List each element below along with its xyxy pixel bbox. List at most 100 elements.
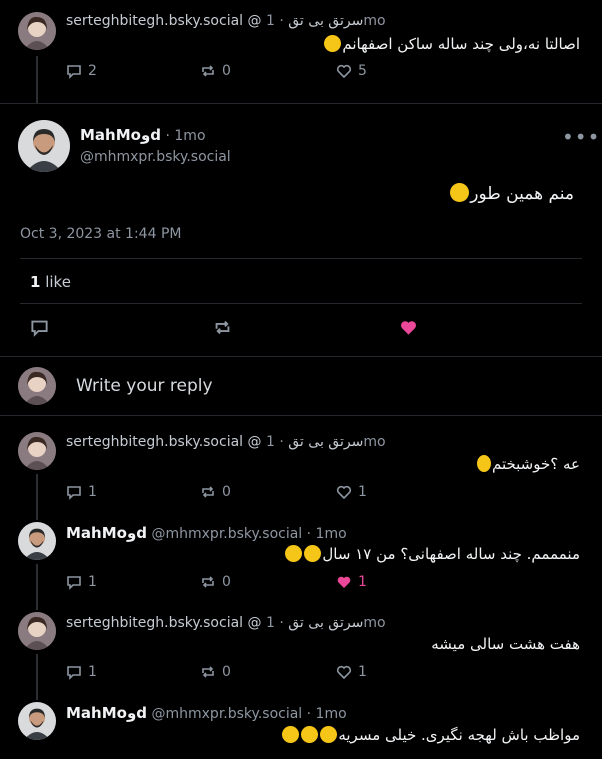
heart-icon	[336, 64, 352, 79]
post-text: اصالتا نه،ولی چند ساله ساکن اصفهانم	[323, 34, 580, 54]
emoji-icon	[301, 726, 319, 743]
author-handle[interactable]: serteghbitegh.bsky.social	[66, 615, 243, 631]
reply-post[interactable]: MahMoوd @mhmxpr.bsky.social · 1mo منمممم…	[0, 506, 602, 596]
post-text: منمممم. چند ساله اصفهانی؟ من ۱۷ سال	[284, 544, 580, 564]
reply-button[interactable]: 1	[66, 574, 97, 590]
repost-button[interactable]	[213, 318, 232, 337]
repost-icon	[202, 666, 214, 678]
author-name[interactable]: MahMoوd	[80, 126, 161, 144]
post-meta: serteghbitegh.bsky.social @ سرتق بی تق ·…	[66, 12, 386, 30]
emoji-icon	[450, 183, 470, 202]
author-name[interactable]: MahMoوd	[66, 524, 147, 542]
author-name[interactable]: @ سرتق بی تق	[248, 615, 364, 631]
repost-count: 0	[222, 574, 231, 590]
reply-button[interactable]	[30, 318, 49, 337]
post-text: مواظب باش لهجه نگیری. خیلی مسریه	[281, 725, 580, 745]
reply-button[interactable]: 2	[66, 63, 97, 79]
reply-post[interactable]: MahMoوd @mhmxpr.bsky.social · 1mo مواظب …	[0, 686, 602, 759]
like-count: 1	[358, 664, 367, 680]
avatar[interactable]	[18, 120, 70, 172]
reply-input[interactable]: Write your reply	[76, 377, 213, 395]
author-handle[interactable]: @mhmxpr.bsky.social	[80, 148, 231, 166]
repost-button[interactable]: 0	[200, 664, 231, 680]
reply-icon	[67, 486, 81, 500]
repost-count: 0	[222, 664, 231, 680]
repost-count: 0	[222, 63, 231, 79]
post-timestamp: Oct 3, 2023 at 1:44 PM	[20, 226, 182, 242]
heart-icon	[336, 665, 352, 680]
author-handle[interactable]: @mhmxpr.bsky.social	[152, 706, 303, 722]
reply-count: 2	[88, 63, 97, 79]
author-handle[interactable]: @mhmxpr.bsky.social	[152, 526, 303, 542]
repost-button[interactable]: 0	[200, 63, 231, 79]
like-button[interactable]: 5	[336, 63, 367, 79]
author-name[interactable]: @ سرتق بی تق	[248, 434, 364, 450]
reply-button[interactable]: 1	[66, 484, 97, 500]
avatar[interactable]	[18, 522, 56, 560]
reply-icon	[67, 65, 81, 79]
post-actions: 2 0 5	[66, 63, 386, 83]
reply-count: 1	[88, 484, 97, 500]
post-text: عه ؟خوشبختم	[476, 454, 580, 474]
parent-post[interactable]: serteghbitegh.bsky.social @ سرتق بی تق ·…	[0, 0, 602, 103]
post-meta: MahMoوd @mhmxpr.bsky.social · 1mo	[66, 704, 347, 723]
post-text-content: عه ؟خوشبختم	[491, 455, 580, 473]
like-count: 1	[358, 484, 367, 500]
repost-count: 0	[222, 484, 231, 500]
like-label: like	[45, 273, 71, 291]
post-meta: serteghbitegh.bsky.social @ سرتق بی تق ·…	[66, 614, 386, 632]
post-actions: 1 0 1	[66, 484, 386, 504]
more-icon[interactable]: •••	[562, 127, 600, 147]
reply-post[interactable]: serteghbitegh.bsky.social @ سرتق بی تق ·…	[0, 416, 602, 506]
like-count: 5	[358, 63, 367, 79]
avatar[interactable]	[18, 432, 56, 470]
divider	[20, 303, 582, 304]
post-text: هفت هشت سالی میشه	[431, 635, 580, 653]
author-handle[interactable]: serteghbitegh.bsky.social	[66, 13, 243, 29]
repost-icon	[215, 320, 230, 335]
post-actions	[30, 318, 430, 338]
thread-line	[36, 564, 38, 596]
reply-icon	[31, 320, 48, 337]
reply-count: 1	[88, 574, 97, 590]
like-button[interactable]: 1	[336, 484, 367, 500]
author-name[interactable]: @ سرتق بی تق	[248, 13, 364, 29]
thread-line	[36, 474, 38, 506]
like-total: 1	[30, 273, 41, 291]
like-button[interactable]	[399, 318, 418, 337]
reply-post[interactable]: serteghbitegh.bsky.social @ سرتق بی تق ·…	[0, 596, 602, 686]
heart-icon	[401, 321, 416, 335]
post-actions: 1 0 1	[66, 574, 386, 594]
reply-icon	[67, 576, 81, 590]
post-time: · 1mo	[165, 128, 206, 144]
like-button[interactable]: 1	[336, 574, 367, 590]
reply-composer[interactable]: Write your reply	[0, 357, 602, 415]
heart-icon	[337, 576, 351, 588]
heart-icon	[336, 485, 352, 500]
repost-icon	[202, 576, 214, 588]
repost-button[interactable]: 0	[200, 574, 231, 590]
repost-icon	[202, 65, 214, 77]
repost-button[interactable]: 0	[200, 484, 231, 500]
author-handle[interactable]: serteghbitegh.bsky.social	[66, 434, 243, 450]
repost-icon	[202, 486, 214, 498]
post-text-content: اصالتا نه،ولی چند ساله ساکن اصفهانم	[342, 35, 580, 53]
reply-count: 1	[88, 664, 97, 680]
emoji-icon	[324, 35, 342, 52]
author-name[interactable]: MahMoوd	[66, 704, 147, 722]
like-summary[interactable]: 1 like	[30, 273, 71, 291]
avatar[interactable]	[18, 612, 56, 650]
focus-post: MahMoوd · 1mo @mhmxpr.bsky.social ••• من…	[0, 104, 602, 356]
thread-line	[36, 654, 38, 686]
like-count: 1	[358, 574, 367, 590]
reply-button[interactable]: 1	[66, 664, 97, 680]
thread-line	[36, 56, 38, 103]
reply-icon	[67, 666, 81, 680]
post-text: منم همین طور	[449, 183, 574, 204]
thread-line	[36, 686, 38, 700]
post-time: · 1mo	[306, 526, 347, 542]
avatar[interactable]	[18, 702, 56, 740]
post-text-content: مواظب باش لهجه نگیری. خیلی مسریه	[338, 726, 580, 744]
avatar[interactable]	[18, 12, 56, 50]
like-button[interactable]: 1	[336, 664, 367, 680]
